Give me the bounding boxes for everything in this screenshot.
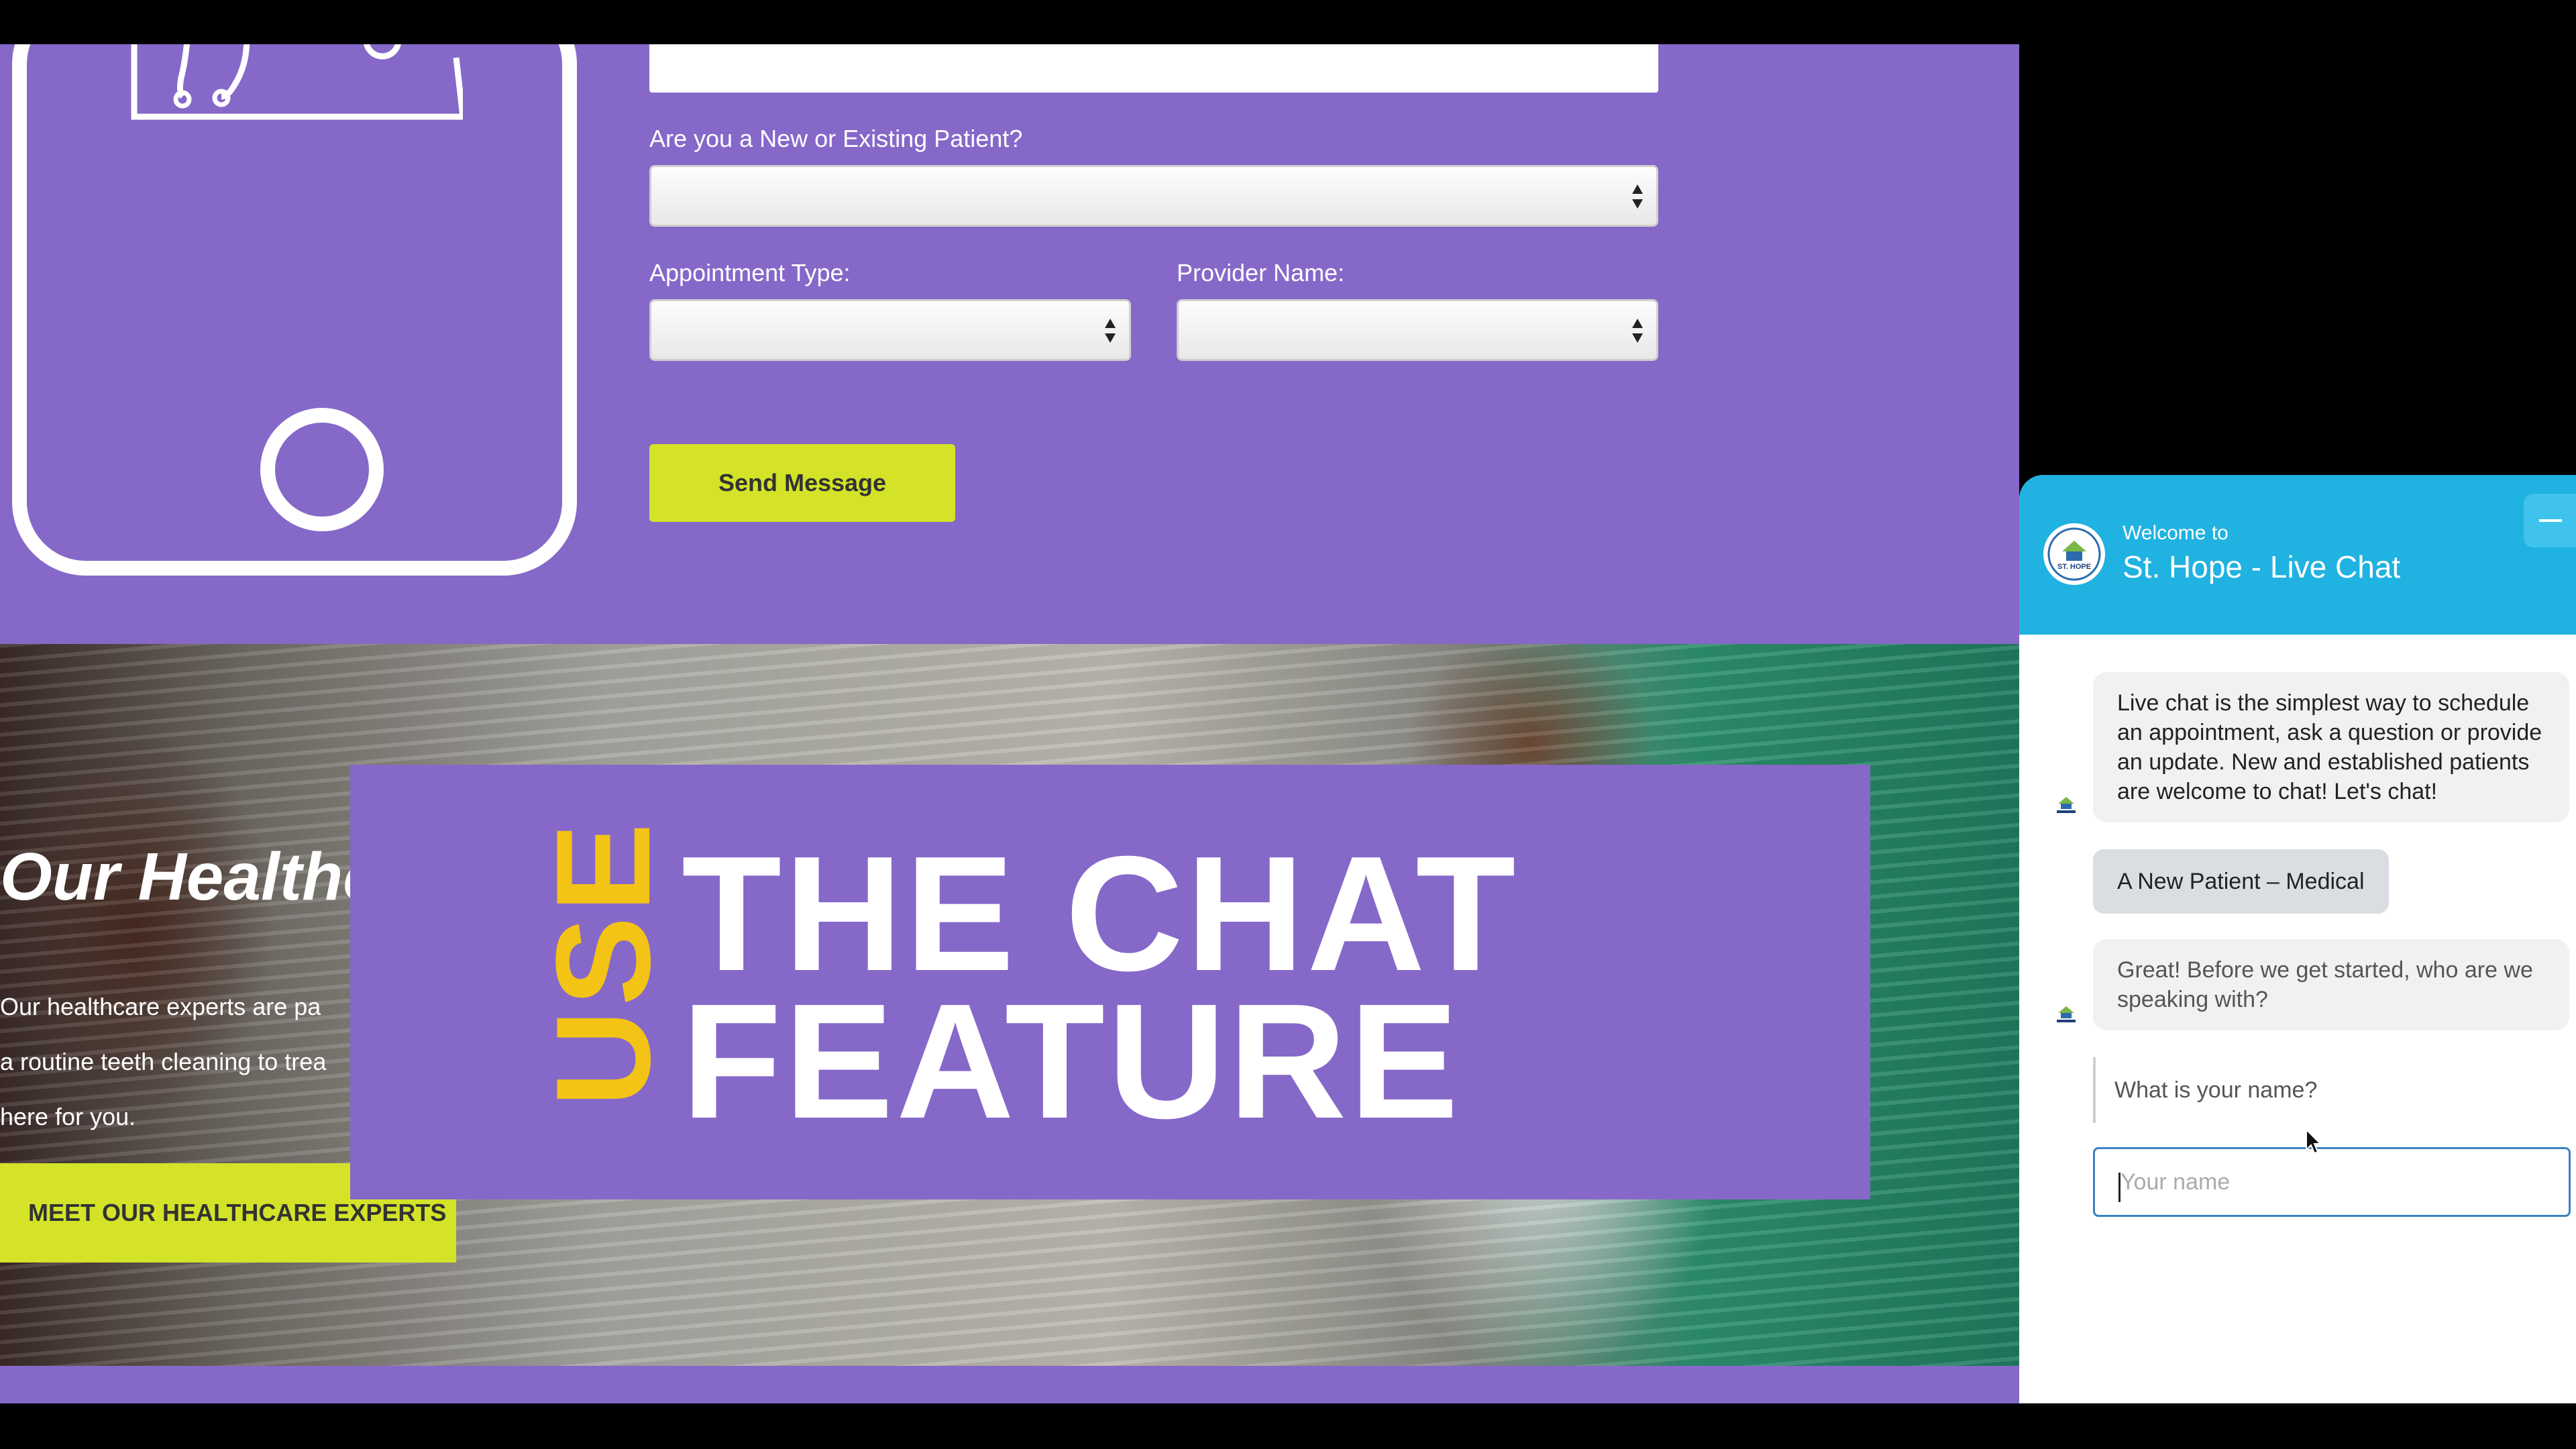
live-chat-widget: ST. HOPE Welcome to St. Hope - Live Chat… <box>2019 475 2576 1403</box>
appointment-type-select[interactable] <box>649 299 1131 361</box>
select-arrows-icon <box>1632 184 1643 209</box>
minimize-icon <box>2539 519 2562 522</box>
letterbox-bottom <box>0 1403 2576 1449</box>
patient-type-select[interactable] <box>649 165 1658 227</box>
appointment-type-label: Appointment Type: <box>649 259 851 286</box>
page-content: Are you a New or Existing Patient? Appoi… <box>0 44 2019 1403</box>
chat-intro-message: Live chat is the simplest way to schedul… <box>2093 672 2569 822</box>
footer-strip <box>0 1366 2019 1403</box>
svg-text:ST. HOPE: ST. HOPE <box>2057 563 2091 571</box>
message-field[interactable] <box>649 44 1658 93</box>
hero-heading: Our Healthc <box>0 839 380 914</box>
bot-avatar-icon <box>2049 997 2084 1032</box>
hero-text-line-3: here for you. <box>0 1103 136 1130</box>
patient-type-label: Are you a New or Existing Patient? <box>649 125 1023 152</box>
chat-followup-message: Great! Before we get started, who are we… <box>2093 939 2569 1030</box>
text-caret <box>2118 1173 2121 1202</box>
provider-name-label: Provider Name: <box>1177 259 1345 286</box>
name-prompt-label: What is your name? <box>2093 1057 2317 1123</box>
hero-text-line-1: Our healthcare experts are pa <box>0 993 321 1020</box>
provider-name-select[interactable] <box>1177 299 1658 361</box>
chat-title: St. Hope - Live Chat <box>2123 549 2401 584</box>
letterbox-top <box>0 0 2576 44</box>
chat-welcome-text: Welcome to <box>2123 522 2229 544</box>
phone-home-button <box>260 408 384 531</box>
select-arrows-icon <box>1632 319 1643 343</box>
chat-selected-option[interactable]: A New Patient – Medical <box>2093 849 2389 914</box>
doctor-stethoscope-icon <box>131 44 463 120</box>
banner-line-2: FEATURE <box>682 969 1462 1152</box>
chat-header: ST. HOPE Welcome to St. Hope - Live Chat <box>2019 475 2576 635</box>
name-input[interactable] <box>2093 1147 2571 1217</box>
bot-avatar-icon <box>2049 788 2084 822</box>
select-arrows-icon <box>1105 319 1116 343</box>
mouse-pointer-icon <box>2306 1128 2322 1155</box>
st-hope-logo-icon: ST. HOPE <box>2043 523 2105 585</box>
send-message-button[interactable]: Send Message <box>649 444 955 522</box>
banner-use-word: USE <box>529 818 678 1107</box>
hero-text-line-2: a routine teeth cleaning to trea <box>0 1048 327 1075</box>
minimize-button[interactable] <box>2524 494 2576 547</box>
